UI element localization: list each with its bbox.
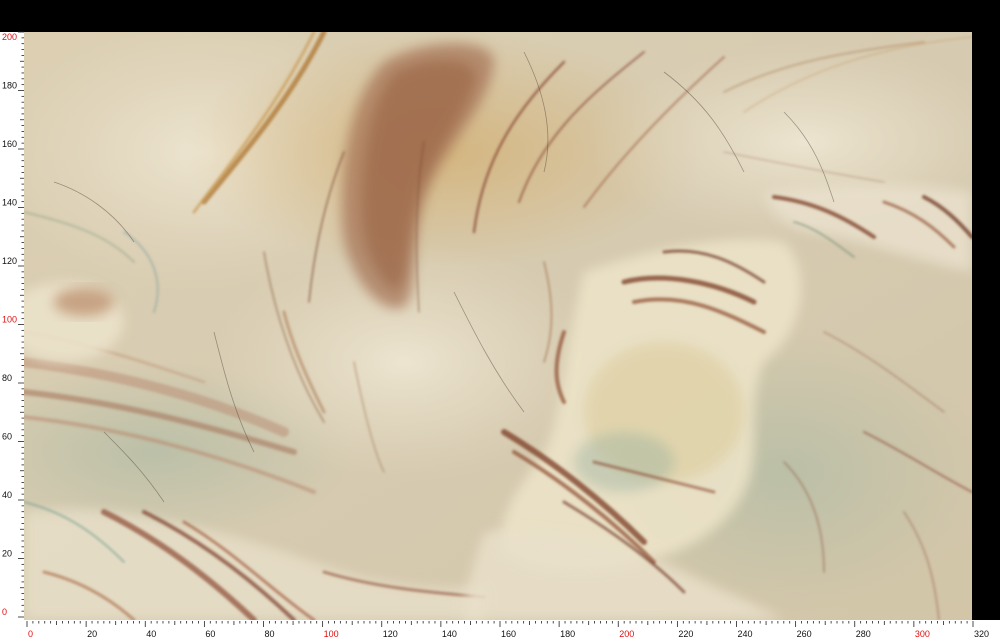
top-black-border: [0, 0, 1000, 32]
stone-slab-texture: [24, 32, 972, 620]
bottom-ruler: [0, 620, 1000, 643]
right-black-border: [972, 0, 1000, 643]
stone-slab-image: [24, 32, 972, 620]
left-ruler: [0, 32, 24, 622]
